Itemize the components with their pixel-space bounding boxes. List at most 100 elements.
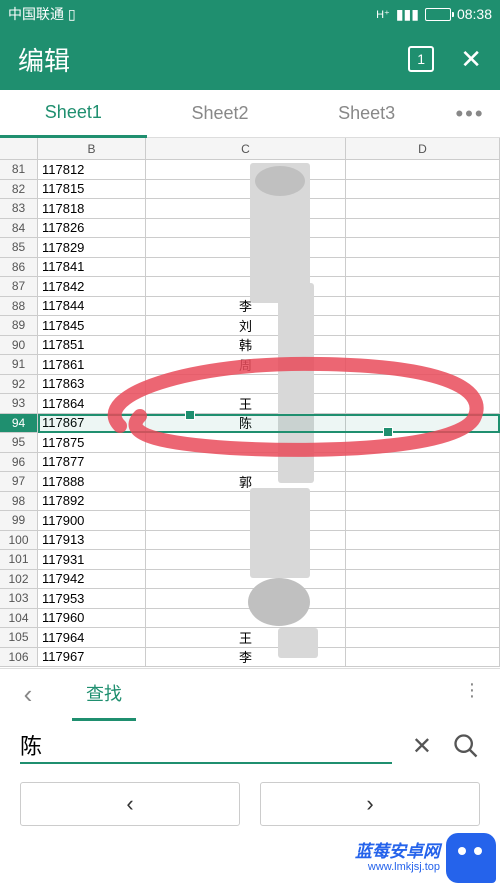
cell[interactable] bbox=[146, 550, 346, 570]
row-header[interactable]: 98 bbox=[0, 492, 38, 512]
find-back-button[interactable]: ‹ bbox=[8, 679, 48, 710]
row-header[interactable]: 106 bbox=[0, 648, 38, 668]
cell[interactable] bbox=[346, 355, 500, 375]
find-tab[interactable]: 查找 bbox=[72, 668, 136, 721]
search-clear-button[interactable]: ✕ bbox=[404, 732, 440, 761]
row-header[interactable]: 94 bbox=[0, 414, 38, 434]
row-header[interactable]: 103 bbox=[0, 589, 38, 609]
row-header[interactable]: 96 bbox=[0, 453, 38, 473]
cell[interactable] bbox=[346, 199, 500, 219]
cell[interactable]: 周 bbox=[146, 355, 346, 375]
row-header[interactable]: 89 bbox=[0, 316, 38, 336]
cell[interactable] bbox=[346, 297, 500, 317]
sheet-tab-1[interactable]: Sheet1 bbox=[0, 90, 147, 138]
table-row[interactable]: 93117864王 bbox=[0, 394, 500, 414]
cell[interactable]: 117867 bbox=[38, 414, 146, 434]
cell[interactable]: 郭 bbox=[146, 472, 346, 492]
table-row[interactable]: 99117900 bbox=[0, 511, 500, 531]
row-header[interactable]: 87 bbox=[0, 277, 38, 297]
cell[interactable]: 117967 bbox=[38, 648, 146, 668]
cell[interactable] bbox=[146, 238, 346, 258]
cell[interactable] bbox=[346, 394, 500, 414]
cell[interactable]: 117818 bbox=[38, 199, 146, 219]
row-header[interactable]: 100 bbox=[0, 531, 38, 551]
cell[interactable]: 117845 bbox=[38, 316, 146, 336]
cell[interactable] bbox=[346, 589, 500, 609]
cell[interactable] bbox=[346, 160, 500, 180]
cell[interactable]: 117913 bbox=[38, 531, 146, 551]
table-row[interactable]: 84117826 bbox=[0, 219, 500, 239]
close-button[interactable]: ✕ bbox=[460, 44, 482, 75]
cell[interactable] bbox=[346, 414, 500, 434]
cell[interactable] bbox=[346, 628, 500, 648]
cell[interactable] bbox=[346, 453, 500, 473]
cell[interactable] bbox=[146, 258, 346, 278]
search-prev-button[interactable]: ‹ bbox=[20, 782, 240, 826]
cell[interactable] bbox=[146, 160, 346, 180]
row-header[interactable]: 88 bbox=[0, 297, 38, 317]
row-header[interactable]: 99 bbox=[0, 511, 38, 531]
col-header-b[interactable]: B bbox=[38, 138, 146, 160]
cell[interactable]: 117842 bbox=[38, 277, 146, 297]
table-row[interactable]: 82117815 bbox=[0, 180, 500, 200]
cell[interactable] bbox=[346, 531, 500, 551]
cell[interactable] bbox=[146, 492, 346, 512]
cell[interactable]: 117892 bbox=[38, 492, 146, 512]
cell[interactable] bbox=[346, 277, 500, 297]
cell[interactable] bbox=[146, 199, 346, 219]
cell[interactable] bbox=[146, 433, 346, 453]
cell[interactable]: 117841 bbox=[38, 258, 146, 278]
row-header[interactable]: 81 bbox=[0, 160, 38, 180]
sheet-tab-more[interactable]: ••• bbox=[440, 101, 500, 127]
cell[interactable]: 117877 bbox=[38, 453, 146, 473]
search-input[interactable] bbox=[20, 732, 392, 758]
cell[interactable] bbox=[346, 472, 500, 492]
cell[interactable] bbox=[146, 531, 346, 551]
cell[interactable] bbox=[346, 511, 500, 531]
cell[interactable] bbox=[146, 375, 346, 395]
search-next-button[interactable]: › bbox=[260, 782, 480, 826]
table-row[interactable]: 101117931 bbox=[0, 550, 500, 570]
cell[interactable]: 117888 bbox=[38, 472, 146, 492]
table-row[interactable]: 83117818 bbox=[0, 199, 500, 219]
cell[interactable]: 117942 bbox=[38, 570, 146, 590]
cell[interactable] bbox=[346, 570, 500, 590]
cell[interactable]: 李 bbox=[146, 648, 346, 668]
table-row[interactable]: 98117892 bbox=[0, 492, 500, 512]
cell[interactable]: 王 bbox=[146, 628, 346, 648]
cell[interactable]: 刘 bbox=[146, 316, 346, 336]
cell[interactable]: 117900 bbox=[38, 511, 146, 531]
sheet-tab-2[interactable]: Sheet2 bbox=[147, 91, 294, 136]
cell[interactable]: 117812 bbox=[38, 160, 146, 180]
table-row[interactable]: 87117842 bbox=[0, 277, 500, 297]
table-row[interactable]: 97117888郭 bbox=[0, 472, 500, 492]
row-header[interactable]: 90 bbox=[0, 336, 38, 356]
sheet-tab-3[interactable]: Sheet3 bbox=[293, 91, 440, 136]
cell[interactable]: 117863 bbox=[38, 375, 146, 395]
table-row[interactable]: 106117967李 bbox=[0, 648, 500, 668]
col-header-c[interactable]: C bbox=[146, 138, 346, 160]
row-header[interactable]: 92 bbox=[0, 375, 38, 395]
cell[interactable]: 117851 bbox=[38, 336, 146, 356]
row-header[interactable]: 97 bbox=[0, 472, 38, 492]
table-row[interactable]: 92117863 bbox=[0, 375, 500, 395]
cell[interactable]: 117875 bbox=[38, 433, 146, 453]
row-header[interactable]: 104 bbox=[0, 609, 38, 629]
cell[interactable]: 117953 bbox=[38, 589, 146, 609]
table-row[interactable]: 91117861周 bbox=[0, 355, 500, 375]
cell[interactable] bbox=[146, 511, 346, 531]
table-row[interactable]: 81117812 bbox=[0, 160, 500, 180]
find-menu-button[interactable]: ··· bbox=[452, 681, 492, 708]
cell[interactable]: 117964 bbox=[38, 628, 146, 648]
table-row[interactable]: 104117960 bbox=[0, 609, 500, 629]
cell[interactable] bbox=[146, 570, 346, 590]
row-header[interactable]: 82 bbox=[0, 180, 38, 200]
cell[interactable] bbox=[346, 609, 500, 629]
table-row[interactable]: 89117845刘 bbox=[0, 316, 500, 336]
row-header[interactable]: 83 bbox=[0, 199, 38, 219]
row-header[interactable]: 95 bbox=[0, 433, 38, 453]
cell[interactable] bbox=[346, 258, 500, 278]
row-header[interactable]: 84 bbox=[0, 219, 38, 239]
table-row[interactable]: 94117867陈 bbox=[0, 414, 500, 434]
cell[interactable]: 117829 bbox=[38, 238, 146, 258]
